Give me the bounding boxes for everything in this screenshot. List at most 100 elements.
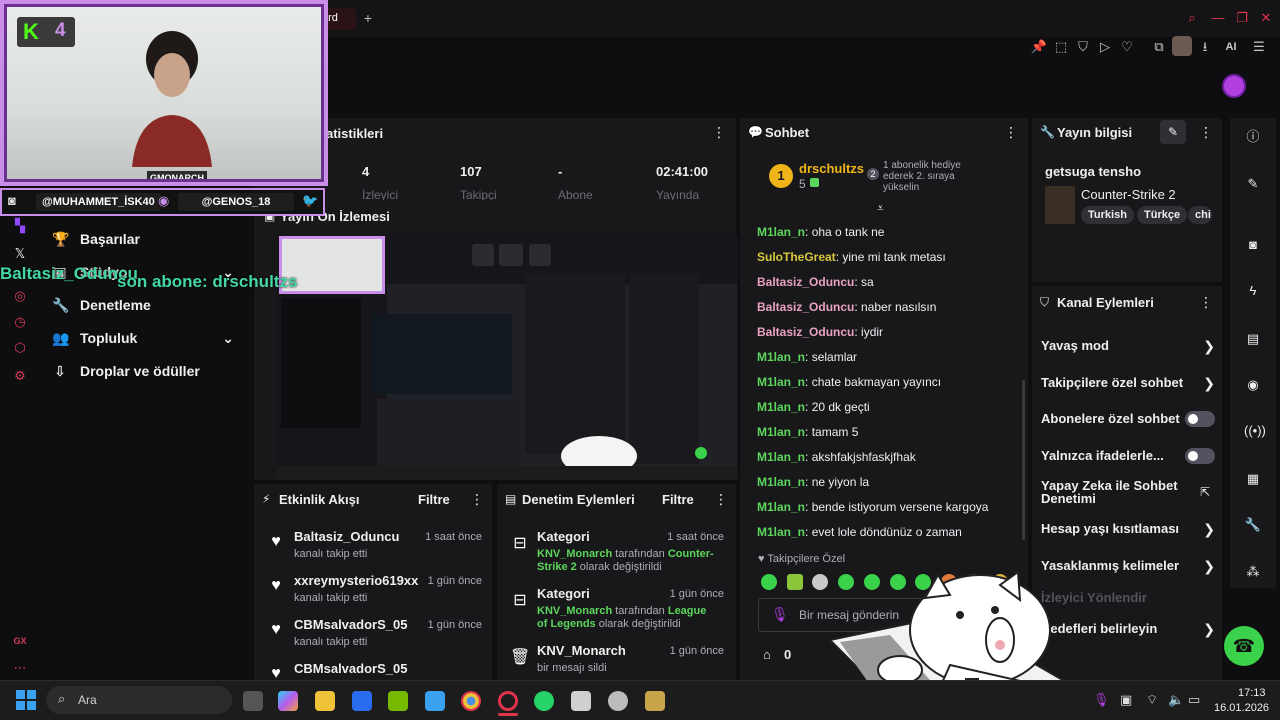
chat-user[interactable]: M1lan_n xyxy=(757,375,805,389)
chat-user[interactable]: M1lan_n xyxy=(757,225,805,239)
chat-user[interactable]: M1lan_n xyxy=(757,525,805,539)
sidebar-item-community[interactable]: 👥 Topluluk ⌄ xyxy=(52,326,234,350)
search-icon[interactable]: ⌕ xyxy=(1184,10,1200,26)
clips-icon[interactable]: ▦ xyxy=(1244,470,1262,488)
chat-bubble-icon[interactable]: ◉ xyxy=(1244,376,1262,394)
chat-message[interactable]: M1lan_n: bende istiyorum versene kargoya xyxy=(757,500,988,514)
sidebar-item-moderation[interactable]: 🔧 Denetleme xyxy=(52,293,151,317)
file-explorer-icon[interactable] xyxy=(315,691,335,711)
minimize-icon[interactable]: — xyxy=(1210,10,1226,26)
more-options-icon[interactable]: ⋮ xyxy=(712,124,726,141)
activity-row[interactable]: ♥ xxreymysterio619xx kanalı takip etti 1… xyxy=(266,573,482,617)
league-icon[interactable] xyxy=(645,691,665,711)
user-avatar[interactable] xyxy=(1222,74,1246,98)
emote-icon[interactable] xyxy=(761,574,777,590)
play-icon[interactable]: ▷ xyxy=(1096,38,1114,56)
stream-tag[interactable]: Turkish xyxy=(1081,206,1134,224)
more-options-icon[interactable]: ⋮ xyxy=(1199,294,1213,311)
store-icon[interactable] xyxy=(352,691,372,711)
chat-message[interactable]: M1lan_n: chate bakmayan yayıncı xyxy=(757,375,941,389)
chrome-icon[interactable] xyxy=(461,691,481,711)
chat-scrollbar[interactable] xyxy=(1022,380,1025,540)
edit-icon[interactable]: ✎ xyxy=(1244,175,1262,193)
sidebar-item-achievements[interactable]: 🏆 Başarılar xyxy=(52,227,140,251)
action-slow-mode[interactable]: Yavaş mod ❯ xyxy=(1041,338,1215,354)
wrench-icon[interactable]: 🔧 xyxy=(1244,516,1262,534)
support-icon[interactable]: ☎ xyxy=(1224,626,1264,666)
chat-user[interactable]: M1lan_n xyxy=(757,350,805,364)
activity-row[interactable]: ♥ Baltasiz_Oduncu kanalı takip etti 1 sa… xyxy=(266,529,482,573)
action-emote-only[interactable]: Yalnızca ifadelerle... xyxy=(1041,448,1215,464)
chat-user[interactable]: SuloTheGreat xyxy=(757,250,836,264)
moderation-filter-button[interactable]: Filtre xyxy=(662,492,694,507)
subscribers-only-toggle[interactable] xyxy=(1185,411,1215,427)
maximize-icon[interactable]: ❐ xyxy=(1234,10,1250,26)
chat-user[interactable]: M1lan_n xyxy=(757,500,805,514)
stream-preview-video[interactable] xyxy=(277,234,738,480)
action-followers-only[interactable]: Takipçilere özel sohbet ❯ xyxy=(1041,375,1215,391)
nvidia-icon[interactable] xyxy=(388,691,408,711)
chat-message[interactable]: SuloTheGreat: yine mi tank metası xyxy=(757,250,946,264)
moderation-row[interactable]: 🗑 KNV_Monarch bir mesajı sildi 1 gün önc… xyxy=(510,643,724,677)
more-options-icon[interactable]: ⋮ xyxy=(1199,124,1213,141)
activity-row[interactable]: ♥ CBMsalvadorS_05 xyxy=(266,661,482,679)
chat-message[interactable]: Baltasiz_Oduncu: sa xyxy=(757,275,874,289)
moderation-row[interactable]: ⊟ Kategori KNV_Monarch tarafından Counte… xyxy=(510,529,724,579)
emote-icon[interactable] xyxy=(787,574,803,590)
shield-icon[interactable]: ⛉ xyxy=(1074,38,1092,56)
photos-icon[interactable] xyxy=(425,691,445,711)
chat-user[interactable]: M1lan_n xyxy=(757,425,805,439)
chat-user[interactable]: M1lan_n xyxy=(757,400,805,414)
activity-filter-button[interactable]: Filtre xyxy=(418,492,450,507)
category-boxart[interactable] xyxy=(1045,186,1075,224)
windows-start-icon[interactable] xyxy=(16,690,36,710)
action-account-age[interactable]: Hesap yaşı kısıtlaması ❯ xyxy=(1041,521,1215,537)
extensions-icon[interactable]: ⧉ xyxy=(1150,38,1168,56)
more-options-icon[interactable]: ⋮ xyxy=(470,491,484,508)
chat-message[interactable]: M1lan_n: 20 dk geçti xyxy=(757,400,870,414)
volume-icon[interactable]: 🔈 xyxy=(1168,692,1184,708)
action-subscribers-only[interactable]: Abonelere özel sohbet xyxy=(1041,411,1215,427)
stream-category[interactable]: Counter-Strike 2 xyxy=(1081,187,1176,202)
heart-icon[interactable]: ♡ xyxy=(1118,38,1136,56)
close-icon[interactable]: ✕ xyxy=(1258,10,1274,26)
chat-message[interactable]: M1lan_n: selamlar xyxy=(757,350,857,364)
stream-tag[interactable]: Türkçe xyxy=(1137,206,1188,224)
lightning-icon[interactable]: ϟ xyxy=(1244,282,1262,300)
microphone-icon[interactable]: 🎙 xyxy=(771,606,789,623)
more-actions-icon[interactable]: ⁂ xyxy=(1244,563,1262,581)
download-icon[interactable]: ⭳ xyxy=(1196,38,1214,56)
chat-message[interactable]: M1lan_n: akshfakjshfaskjfhak xyxy=(757,450,916,464)
external-link-icon[interactable]: ⇱ xyxy=(1200,485,1210,499)
ai-button[interactable]: AI xyxy=(1218,38,1244,56)
crop-icon[interactable]: ⬚ xyxy=(1052,38,1070,56)
chat-message[interactable]: Baltasiz_Oduncu: naber nasılsın xyxy=(757,300,936,314)
settings-icon[interactable]: ⚙ xyxy=(12,368,28,384)
leaderboard-user[interactable]: drschultzs xyxy=(799,161,864,176)
chat-message[interactable]: Baltasiz_Oduncu: iydir xyxy=(757,325,883,339)
clock-icon[interactable]: ◷ xyxy=(12,314,28,330)
chat-message[interactable]: M1lan_n: ne yiyon la xyxy=(757,475,869,489)
more-options-icon[interactable]: ⋮ xyxy=(1004,124,1018,141)
chat-message[interactable]: M1lan_n: oha o tank ne xyxy=(757,225,884,239)
obs-icon[interactable] xyxy=(571,691,591,711)
chat-message[interactable]: M1lan_n: evet lole döndünüz o zaman xyxy=(757,525,962,539)
more-options-icon[interactable]: ⋮ xyxy=(714,491,728,508)
broadcast-icon[interactable]: ((•)) xyxy=(1244,422,1266,440)
chat-message[interactable]: M1lan_n: tamam 5 xyxy=(757,425,858,439)
chat-user[interactable]: Baltasiz_Oduncu xyxy=(757,275,854,289)
info-icon[interactable]: ⓘ xyxy=(1244,128,1262,146)
x-icon[interactable]: 𝕏 xyxy=(12,246,28,262)
chat-user[interactable]: Baltasiz_Oduncu xyxy=(757,325,854,339)
taskbar-search[interactable]: ⌕ Ara xyxy=(46,686,232,714)
whatsapp-icon[interactable] xyxy=(534,691,554,711)
new-tab-button[interactable]: + xyxy=(360,10,376,26)
edit-icon[interactable]: ✎ xyxy=(1160,120,1186,144)
chat-user[interactable]: M1lan_n xyxy=(757,475,805,489)
more-icon[interactable]: ⋯ xyxy=(12,660,28,676)
action-ai-moderation[interactable]: Yapay Zeka ile Sohbet Denetimi xyxy=(1041,479,1181,505)
microphone-tray-icon[interactable]: 🎙 xyxy=(1093,692,1110,708)
extensions-icon[interactable]: ⬡ xyxy=(12,340,28,356)
copilot-icon[interactable] xyxy=(278,691,298,711)
tray-app-icon[interactable]: ▣ xyxy=(1120,692,1132,708)
